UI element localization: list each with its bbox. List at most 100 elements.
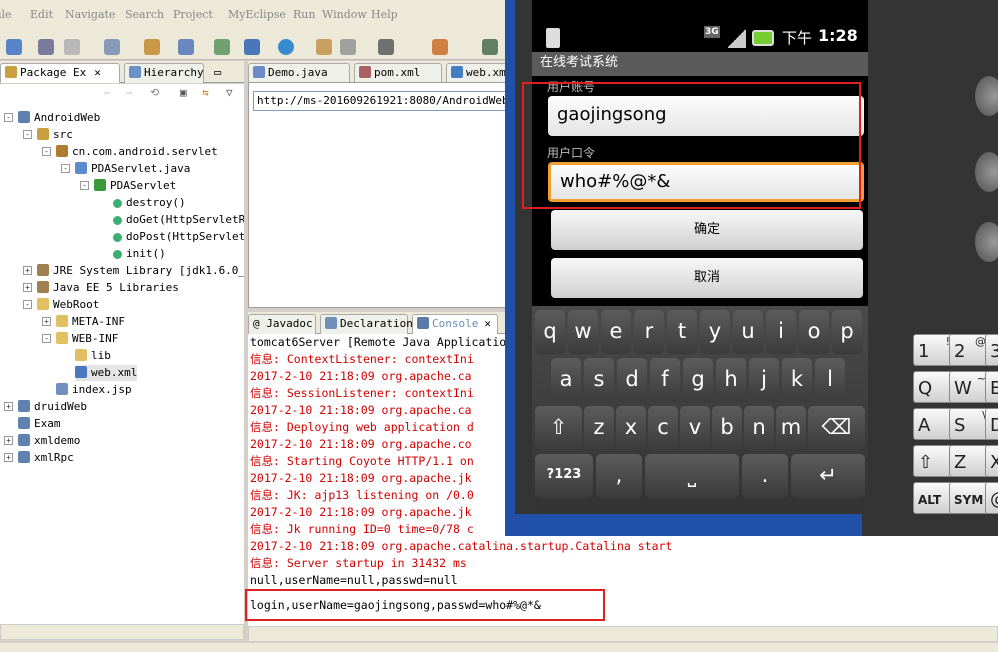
new-icon[interactable] [6,39,22,55]
tree-item[interactable]: cn.com.android.servlet [56,144,218,160]
tree-expand-toggle[interactable]: + [23,266,32,275]
browser-icon[interactable] [278,39,294,55]
key-c[interactable]: c [648,406,678,450]
tree-item[interactable]: xmldemo [18,433,80,449]
device-round-button-2[interactable] [975,152,998,192]
key-v[interactable]: v [680,406,710,450]
menu-navigate[interactable]: Navigate [65,8,115,21]
debug-icon[interactable] [482,39,498,55]
key-o[interactable]: o [799,310,829,354]
tree-item[interactable]: src [37,127,73,143]
up-icon[interactable]: ⟲ [150,86,159,99]
url-input[interactable]: http://ms-201609261921:8080/AndroidWeb/s… [253,91,507,111]
key-h[interactable]: h [716,358,746,402]
device-round-button-1[interactable] [975,76,998,116]
key-f[interactable]: f [650,358,680,402]
key-d[interactable]: d [617,358,647,402]
comma-key[interactable]: , [596,454,642,498]
menu-file[interactable]: ile [0,8,12,21]
tree-expand-toggle[interactable]: - [23,130,32,139]
key-i[interactable]: i [766,310,796,354]
hw-key[interactable]: 3 [985,334,998,366]
tab-pom-xml[interactable]: pom.xml [354,63,442,83]
minimize-icon[interactable]: ▭ [214,65,221,79]
key-x[interactable]: x [616,406,646,450]
key-k[interactable]: k [782,358,812,402]
key-b[interactable]: b [712,406,742,450]
tree-hscroll[interactable] [0,624,244,640]
back-icon[interactable]: ⇦ [104,86,111,99]
tree-item[interactable]: doGet(HttpServletR [113,212,244,228]
symbols-key[interactable]: ?123 [535,454,593,498]
tree-item[interactable]: druidWeb [18,399,87,415]
save-icon[interactable] [38,39,54,55]
key-z[interactable]: z [584,406,614,450]
tree-item[interactable]: web.xml [75,365,138,381]
print-icon[interactable] [64,39,80,55]
key-j[interactable]: j [749,358,779,402]
shift-key[interactable]: ⇧ [535,406,582,450]
device-round-button-3[interactable] [975,222,998,262]
tree-expand-toggle[interactable]: - [23,300,32,309]
tree-item[interactable]: JRE System Library [jdk1.6.0_16 [37,263,244,279]
link-editor-icon[interactable]: ⇆ [202,86,209,99]
key-t[interactable]: t [667,310,697,354]
tab-package-explorer[interactable]: Package Ex ✕ [0,63,120,83]
close-icon[interactable]: ✕ [484,317,491,330]
db-icon[interactable] [340,39,356,55]
console-hscroll[interactable] [248,626,998,642]
tree-item[interactable]: Exam [18,416,61,432]
menu-help[interactable]: Help [371,8,398,21]
menu-myeclipse[interactable]: MyEclipse [228,8,286,21]
key-r[interactable]: r [634,310,664,354]
hw-key[interactable]: X [985,445,998,477]
binary-icon[interactable] [104,39,120,55]
tab-hierarchy[interactable]: Hierarchy [124,63,204,83]
tree-expand-toggle[interactable]: - [42,334,51,343]
tree-item[interactable]: doPost(HttpServlet [113,229,244,245]
tree-expand-toggle[interactable]: + [4,402,13,411]
collapse-all-icon[interactable]: ▣ [180,86,187,99]
camera-icon[interactable] [378,39,394,55]
tree-item[interactable]: AndroidWeb [18,110,100,126]
space-key[interactable]: ⎵ [645,454,739,498]
tools-icon[interactable] [432,39,448,55]
key-w[interactable]: w [568,310,598,354]
view-menu-icon[interactable]: ▽ [226,86,233,99]
tree-item[interactable]: lib [75,348,111,364]
cancel-button[interactable]: 取消 [551,258,863,298]
hw-key[interactable]: E [985,371,998,403]
tab-console[interactable]: Console ✕ [412,314,498,334]
key-n[interactable]: n [744,406,774,450]
hw-key[interactable]: D [985,408,998,440]
tree-item[interactable]: WebRoot [37,297,99,313]
tree-expand-toggle[interactable]: - [80,181,89,190]
tree-expand-toggle[interactable]: + [4,453,13,462]
wizard-icon[interactable] [144,39,160,55]
tree-item[interactable]: index.jsp [56,382,132,398]
menu-window[interactable]: Window [322,8,367,21]
tree-expand-toggle[interactable]: - [61,164,70,173]
open-folder-icon[interactable] [316,39,332,55]
server-icon[interactable] [214,39,230,55]
tree-item[interactable]: PDAServlet.java [75,161,190,177]
key-y[interactable]: y [700,310,730,354]
hw-key[interactable]: @ [985,482,998,514]
forward-icon[interactable]: ⇨ [126,86,133,99]
enter-key[interactable]: ↵ [791,454,865,498]
key-q[interactable]: q [535,310,565,354]
menu-edit[interactable]: Edit [30,8,53,21]
key-l[interactable]: l [815,358,845,402]
menu-run[interactable]: Run [293,8,315,21]
tree-item[interactable]: WEB-INF [56,331,118,347]
period-key[interactable]: . [742,454,788,498]
tree-expand-toggle[interactable]: + [23,283,32,292]
tree-item[interactable]: META-INF [56,314,125,330]
key-a[interactable]: a [551,358,581,402]
key-u[interactable]: u [733,310,763,354]
key-p[interactable]: p [832,310,862,354]
tree-item[interactable]: xmlRpc [18,450,74,466]
menu-project[interactable]: Project [173,8,213,21]
ok-button[interactable]: 确定 [551,210,863,250]
close-icon[interactable]: ✕ [94,66,101,79]
